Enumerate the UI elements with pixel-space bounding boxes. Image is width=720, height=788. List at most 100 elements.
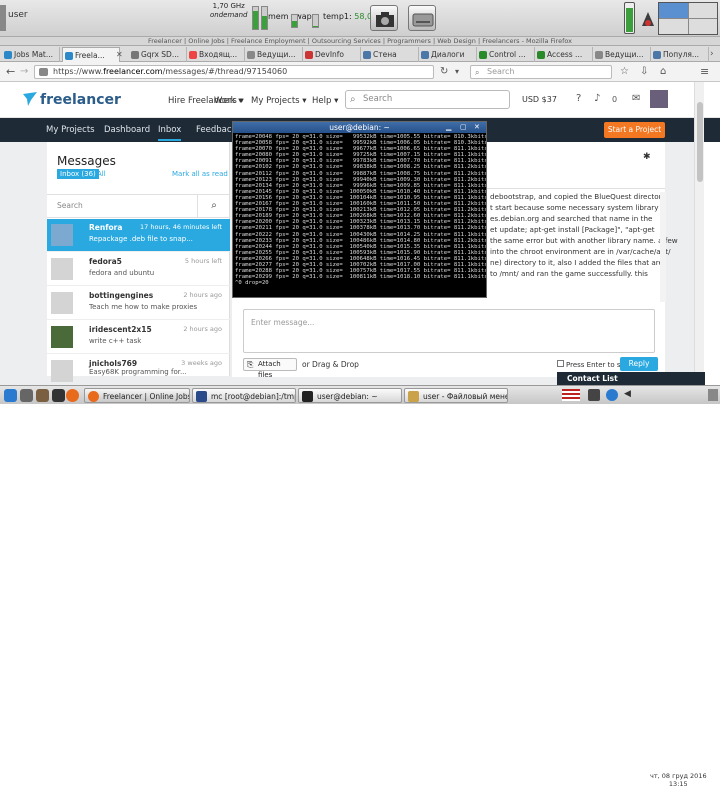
back-arrow-icon[interactable]: ← xyxy=(6,65,15,78)
forward-arrow-icon[interactable]: → xyxy=(20,66,28,77)
workspace-switcher[interactable] xyxy=(658,2,718,35)
drag-drop-hint: or Drag & Drop xyxy=(302,360,359,369)
nav-my-projects[interactable]: My Projects ▾ xyxy=(251,96,307,106)
tab-dialogs[interactable]: Диалоги xyxy=(419,47,477,62)
cpu-frequency-widget[interactable]: 1,70 GHz ondemand xyxy=(210,2,247,20)
tab-freelancer[interactable]: Freela... xyxy=(62,47,120,62)
url-bar[interactable]: https://www.freelancer.com/messages/#/th… xyxy=(34,65,434,79)
subnav-inbox[interactable]: Inbox xyxy=(158,125,181,141)
panel-handle[interactable] xyxy=(0,5,6,31)
minimize-icon[interactable]: ▁ xyxy=(446,122,451,133)
freelancer-logo[interactable]: freelancer xyxy=(40,92,121,108)
subnav-feedback[interactable]: Feedback xyxy=(196,125,236,135)
home-icon[interactable]: ⌂ xyxy=(660,66,666,77)
bluetooth-icon[interactable] xyxy=(606,389,618,401)
workspace-3[interactable] xyxy=(659,19,688,34)
settings-gear-icon[interactable]: ✱ xyxy=(643,152,651,162)
keyboard-layout-flag-icon[interactable] xyxy=(562,389,580,401)
clock[interactable]: чт, 08 груд 2016 13:15 xyxy=(650,773,707,788)
chat-scrollbar[interactable] xyxy=(660,192,666,302)
menu-icon[interactable]: ≡ xyxy=(700,65,709,78)
network-icon[interactable] xyxy=(588,389,600,401)
show-desktop-icon[interactable] xyxy=(20,389,33,402)
search-icon[interactable]: ⌕ xyxy=(197,195,230,217)
keyboard-layout-icon[interactable] xyxy=(640,6,656,30)
subnav-my-projects[interactable]: My Projects xyxy=(46,125,95,135)
taskbar-item-firefox[interactable]: Freelancer | Online Jobs |... xyxy=(84,388,190,403)
nav-help[interactable]: Help ▾ xyxy=(312,96,338,106)
tab-jobs-match[interactable]: Jobs Mat... xyxy=(2,47,60,62)
downloads-icon[interactable]: ⇩ xyxy=(640,66,648,77)
tab-control[interactable]: Control ... xyxy=(477,47,535,62)
help-circle-icon[interactable]: ? xyxy=(576,93,581,104)
bell-icon[interactable]: ♪ xyxy=(594,93,600,104)
tab-leading-2[interactable]: Ведущи... xyxy=(593,47,651,62)
reply-button[interactable]: Reply xyxy=(620,357,658,371)
firefox-launcher-icon[interactable] xyxy=(66,389,79,402)
dropdown-chevron-icon[interactable]: ▾ xyxy=(455,67,459,76)
page-scrollbar[interactable] xyxy=(694,82,704,377)
drive-icon[interactable] xyxy=(408,5,436,31)
chat-message-line: into the chroot environment are in /var/… xyxy=(490,247,671,256)
close-icon[interactable]: ✕ xyxy=(474,122,480,133)
taskbar-item-terminal[interactable]: user@debian: ~ xyxy=(298,388,402,403)
tab-devinfo[interactable]: DevInfo xyxy=(303,47,361,62)
all-filter[interactable]: All xyxy=(97,170,106,178)
terminal-window[interactable]: user@debian: ~ ▁ ▢ ✕ frame=20048 fps= 20… xyxy=(232,121,487,298)
tab-close-icon[interactable]: ✕ xyxy=(116,50,123,59)
maximize-icon[interactable]: ▢ xyxy=(460,122,467,133)
show-desktop-button[interactable] xyxy=(708,389,718,401)
file-manager-icon[interactable] xyxy=(36,389,49,402)
conversation-item[interactable]: jnichols769 3 weeks ago Easy68K programm… xyxy=(47,355,230,377)
taskbar-item-file-manager[interactable]: user - Файловый менед... xyxy=(404,388,508,403)
freelancer-search-input[interactable]: ⌕ Search xyxy=(345,90,510,109)
tab-list-chevron-icon[interactable]: › xyxy=(710,49,714,59)
url-prefix: https://www. xyxy=(53,67,103,76)
workspace-4[interactable] xyxy=(689,19,718,34)
avatar[interactable] xyxy=(650,90,668,108)
scrollbar-thumb[interactable] xyxy=(697,102,703,182)
conversation-item[interactable]: iridescent2x15 2 hours ago write c++ tas… xyxy=(47,321,230,354)
workspace-2[interactable] xyxy=(689,3,718,18)
tab-access[interactable]: Access ... xyxy=(535,47,593,62)
taskbar-item-mc[interactable]: mc [root@debian]:/tmp xyxy=(192,388,296,403)
terminal-launcher-icon[interactable] xyxy=(52,389,65,402)
terminal-output[interactable]: frame=20048 fps= 20 q=31.0 size= 99532kB… xyxy=(235,134,486,298)
battery-icon[interactable] xyxy=(624,2,635,34)
subnav-dashboard[interactable]: Dashboard xyxy=(104,125,150,135)
app-menu-icon[interactable] xyxy=(4,389,17,402)
conversation-item[interactable]: Renfora 17 hours, 46 minutes left Repack… xyxy=(47,219,230,252)
message-icon[interactable]: ✉ xyxy=(632,93,640,104)
terminal-titlebar[interactable]: user@debian: ~ ▁ ▢ ✕ xyxy=(233,122,486,133)
message-search-input[interactable]: Search ⌕ xyxy=(47,194,230,218)
volume-icon[interactable]: ◀ xyxy=(624,389,631,399)
bookmark-star-icon[interactable]: ☆ xyxy=(620,66,629,77)
start-project-button[interactable]: Start a Project xyxy=(604,122,665,138)
terminal-line: ^0 drop=20 xyxy=(235,280,486,286)
browser-search-input[interactable]: ⌕ Search xyxy=(470,65,612,79)
cpu-load-meter-2 xyxy=(261,6,268,30)
tab-gqrx[interactable]: Gqrx SD... xyxy=(129,47,187,62)
conversation-item[interactable]: fedora5 5 hours left fedora and ubuntu xyxy=(47,253,230,286)
tab-inbox-mail[interactable]: Входящ... xyxy=(187,47,245,62)
tab-favicon-icon xyxy=(479,51,487,59)
nav-work[interactable]: Work ▾ xyxy=(214,96,243,106)
mark-all-read-link[interactable]: Mark all as read xyxy=(172,170,228,178)
terminal-line: frame=20123 fps= 20 q=31.0 size= 99940kB… xyxy=(235,177,486,183)
conversation-item[interactable]: bottingengines 2 hours ago Teach me how … xyxy=(47,287,230,320)
message-compose-input[interactable]: Enter message... xyxy=(243,309,655,353)
tab-popular[interactable]: Популя... xyxy=(651,47,709,62)
account-balance[interactable]: USD $37 xyxy=(522,95,557,104)
tab-leading-1[interactable]: Ведущи... xyxy=(245,47,303,62)
freelancer-bird-logo-icon[interactable] xyxy=(22,91,38,107)
tab-wall[interactable]: Стена xyxy=(361,47,419,62)
press-enter-checkbox[interactable] xyxy=(557,360,564,367)
attach-files-button[interactable]: ⎘ Attach files xyxy=(243,358,297,371)
divider xyxy=(487,188,665,189)
reload-icon[interactable]: ↻ xyxy=(440,66,448,77)
camera-icon[interactable] xyxy=(370,5,398,31)
notification-count[interactable]: 0 xyxy=(612,95,617,104)
workspace-1[interactable] xyxy=(659,3,688,18)
contact-list-bar[interactable]: Contact List xyxy=(557,372,705,385)
inbox-filter[interactable]: Inbox (36) xyxy=(57,169,99,179)
